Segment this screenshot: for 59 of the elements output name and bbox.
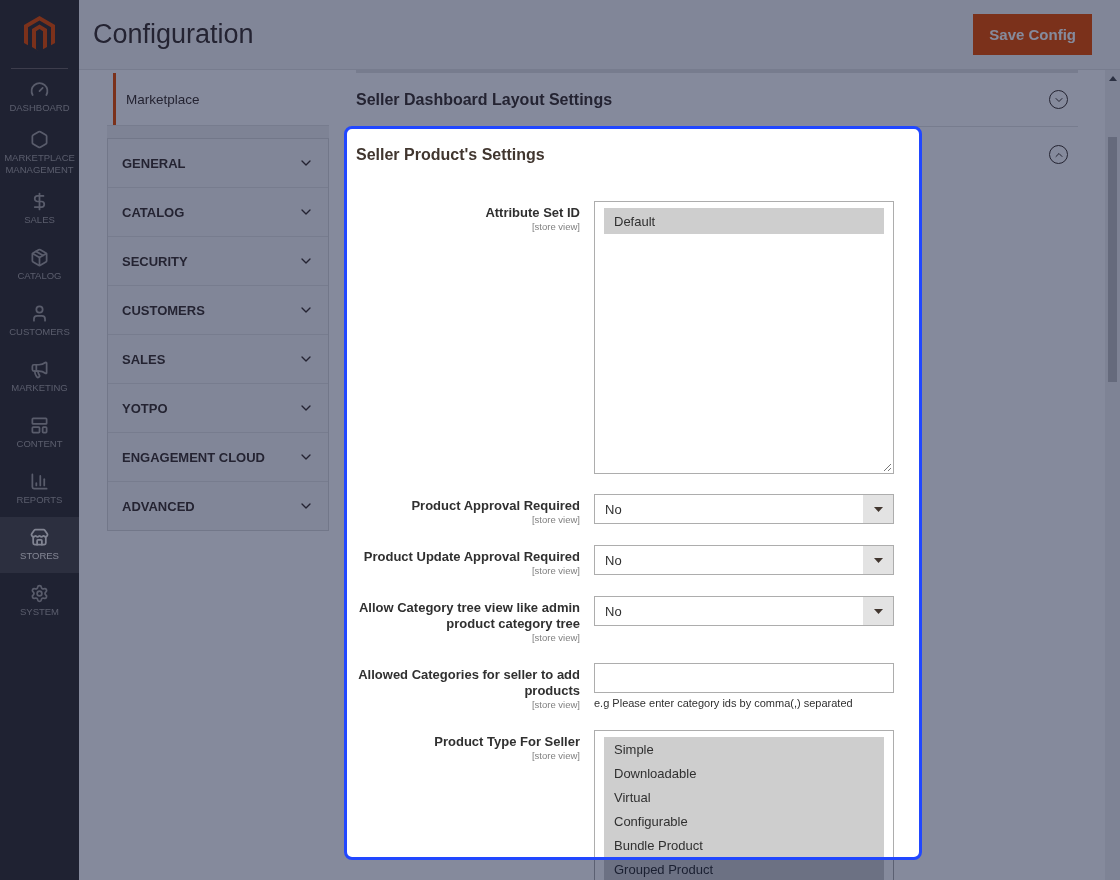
hexagon-icon <box>30 129 49 149</box>
dropdown-arrow-icon <box>873 608 883 614</box>
list-option[interactable]: Downloadable <box>604 761 884 785</box>
scope-label: [store view] <box>531 699 580 710</box>
gauge-icon <box>30 79 49 99</box>
section-title[interactable]: Seller Product's Settings <box>356 145 545 164</box>
scrollbar-thumb[interactable] <box>1108 137 1117 382</box>
bar-chart-icon <box>30 471 49 491</box>
config-group[interactable]: ADVANCED <box>108 481 328 530</box>
scope-label: [store view] <box>531 750 580 761</box>
list-option[interactable]: Default <box>604 208 884 234</box>
field-label: Product Type For Seller <box>434 734 580 750</box>
resize-grip-icon <box>883 463 892 472</box>
scope-label: [store view] <box>531 565 580 576</box>
field-label: Product Approval Required <box>411 498 580 514</box>
menu-item[interactable]: SYSTEM <box>0 573 79 629</box>
person-icon <box>30 303 49 323</box>
menu-item[interactable]: MARKETING <box>0 349 79 405</box>
field-label: Allowed Categories for seller to add products <box>357 667 580 699</box>
config-group[interactable]: ENGAGEMENT CLOUD <box>108 432 328 481</box>
config-group[interactable]: SECURITY <box>108 236 328 285</box>
settings-icon <box>30 583 49 603</box>
input-field[interactable] <box>594 663 894 693</box>
storefront-icon <box>30 527 49 547</box>
field-label: Allow Category tree view like admin product category tree <box>357 600 580 632</box>
config-group[interactable]: CUSTOMERS <box>108 285 328 334</box>
megaphone-icon <box>30 359 49 379</box>
field-label: Product Update Approval Required <box>363 549 580 565</box>
config-group[interactable]: SALES <box>108 334 328 383</box>
select-field[interactable]: No <box>594 545 894 575</box>
save-config-button[interactable]: Save Config <box>973 14 1092 55</box>
scope-label: [store view] <box>531 632 580 643</box>
list-option[interactable]: Configurable <box>604 809 884 833</box>
scrollbar[interactable] <box>1105 70 1120 880</box>
list-option[interactable]: Virtual <box>604 785 884 809</box>
config-group[interactable]: CATALOG <box>108 187 328 236</box>
config-group[interactable]: GENERAL <box>108 139 328 187</box>
scope-label: [store view] <box>531 221 580 232</box>
list-option[interactable]: Simple <box>604 737 884 761</box>
dropdown-arrow-icon <box>873 557 883 563</box>
logo-icon[interactable] <box>24 16 55 52</box>
menu-item[interactable]: MARKETPLACE MANAGEMENT <box>0 125 79 181</box>
multiselect-listbox[interactable]: Simple Downloadable Virtual Configurable Bundle Product Grouped Product <box>594 730 894 880</box>
scroll-up-arrow-icon[interactable] <box>1108 76 1117 81</box>
dropdown-arrow-icon <box>873 506 883 512</box>
box-icon <box>30 247 49 267</box>
scope-label: [store view] <box>531 514 580 525</box>
field-label: Attribute Set ID <box>485 205 580 221</box>
select-field[interactable]: No <box>594 596 894 626</box>
list-option[interactable]: Bundle Product <box>604 833 884 857</box>
page-title: Configuration <box>93 19 254 50</box>
menu-item[interactable]: STORES <box>0 517 79 573</box>
config-group[interactable]: YOTPO <box>108 383 328 432</box>
menu-item[interactable]: CUSTOMERS <box>0 293 79 349</box>
multiselect-listbox[interactable]: Default <box>594 201 894 474</box>
section-title[interactable]: Seller Dashboard Layout Settings <box>356 90 613 109</box>
select-field[interactable]: No <box>594 494 894 524</box>
field-note: e.g Please enter category ids by comma(,) separated <box>594 697 854 709</box>
layout-icon <box>30 415 49 435</box>
